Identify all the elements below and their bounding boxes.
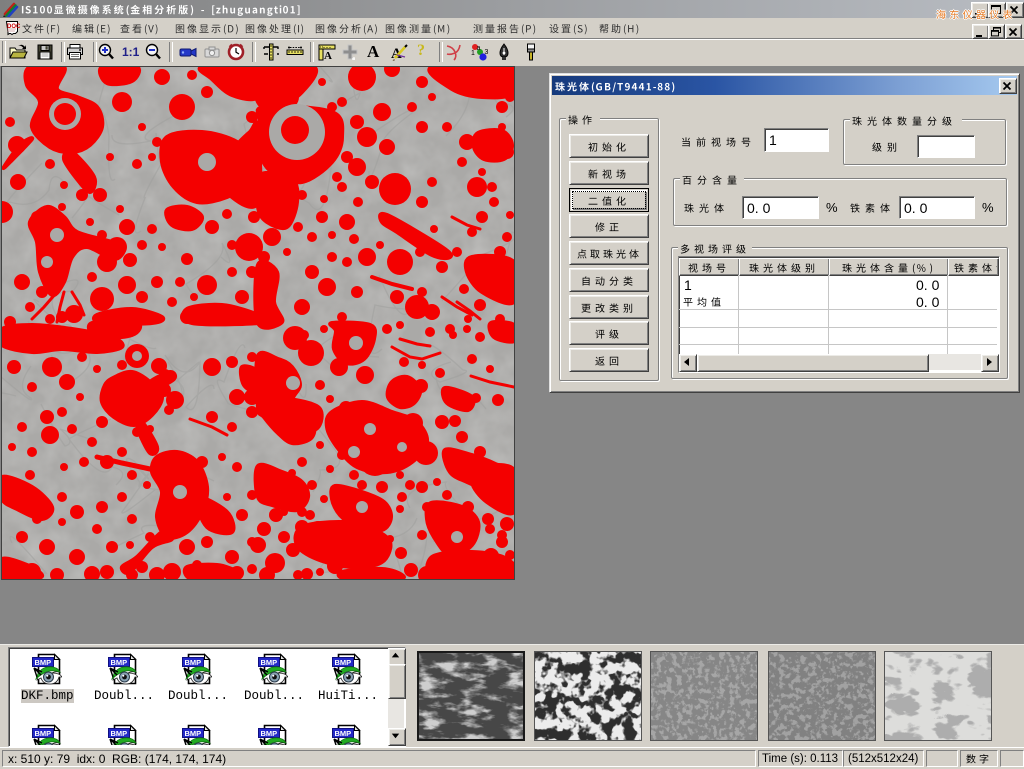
svg-text:a: a [477,45,481,52]
svg-text:BMP: BMP [111,729,128,738]
svg-text:BMP: BMP [335,729,352,738]
svg-text:BMP: BMP [35,658,52,667]
svg-text:BMP: BMP [185,658,202,667]
svg-text:BMP: BMP [111,658,128,667]
svg-text:BMP: BMP [261,729,278,738]
svg-text:A: A [324,50,332,62]
svg-text:BMP: BMP [335,658,352,667]
svg-text:BMP: BMP [185,729,202,738]
svg-text:BMP: BMP [261,658,278,667]
svg-text:1: 1 [471,50,475,57]
svg-text:3: 3 [485,49,489,56]
svg-text:BMP: BMP [35,729,52,738]
